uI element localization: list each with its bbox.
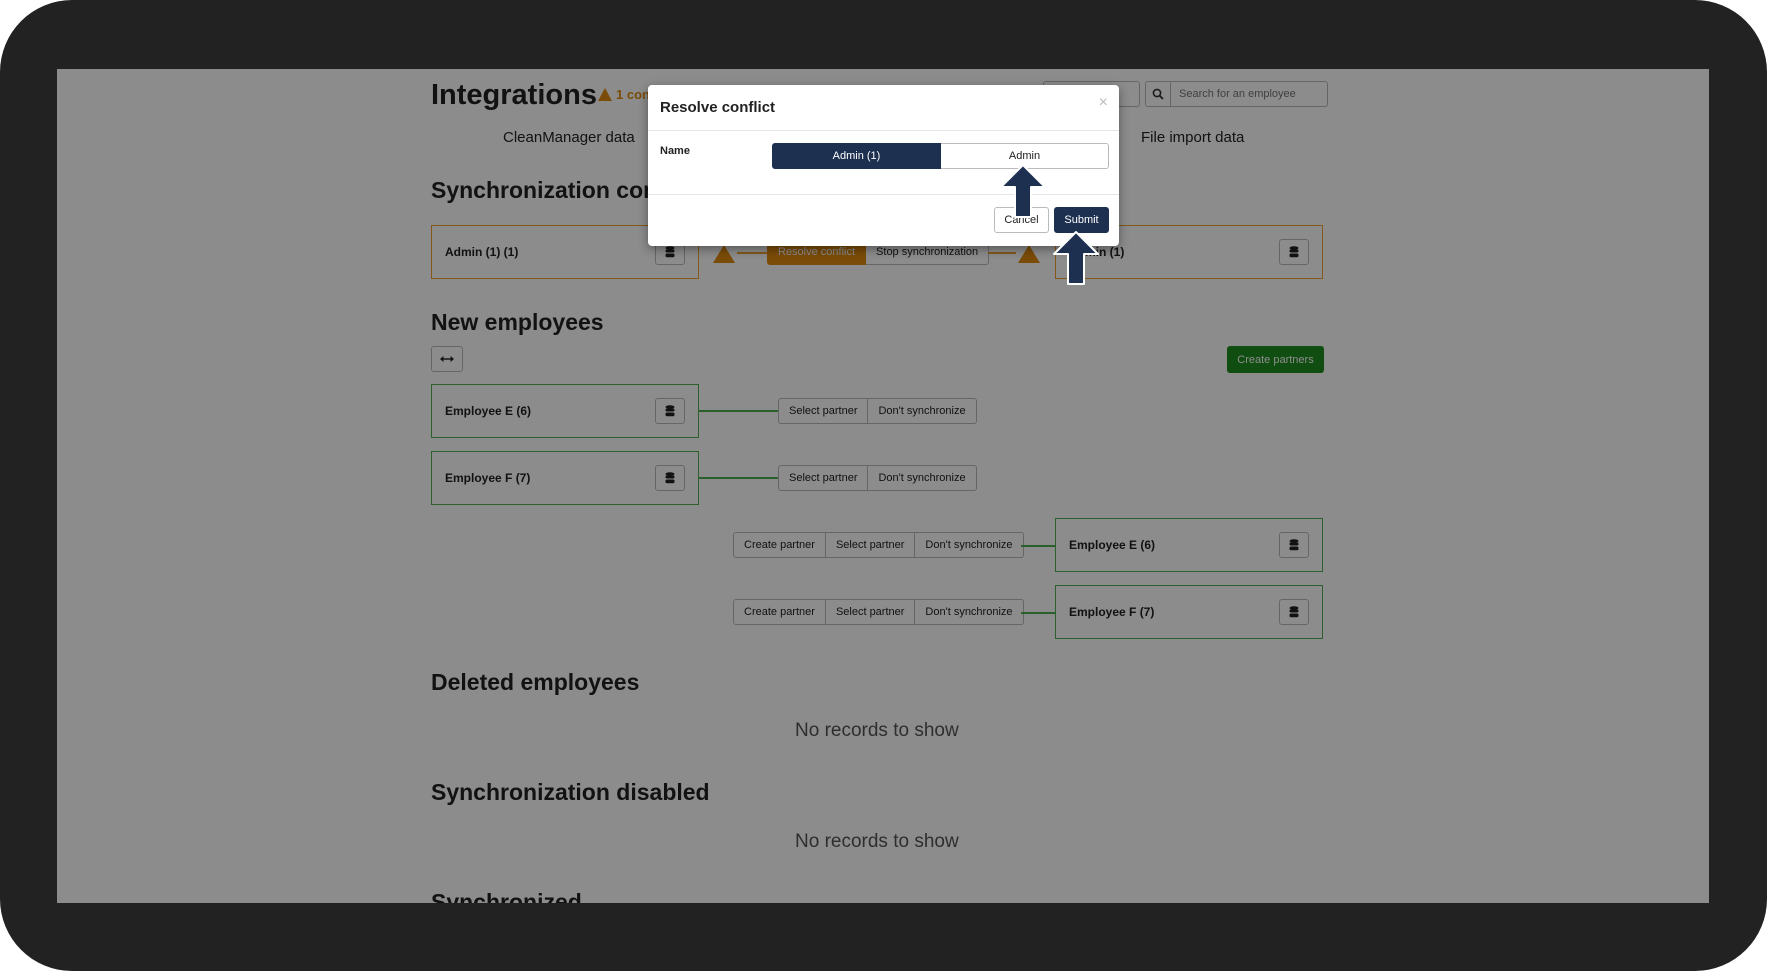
screen-frame: Integrations 1 conflict CleanManager dat…: [0, 0, 1767, 971]
modal-divider: [648, 194, 1119, 195]
close-icon[interactable]: ×: [1099, 94, 1108, 112]
modal-divider: [648, 130, 1119, 131]
pointer-arrow-icon: [1053, 231, 1099, 285]
pointer-arrow-icon: [1000, 164, 1046, 218]
name-field-label: Name: [660, 145, 690, 157]
app-screen: Integrations 1 conflict CleanManager dat…: [57, 69, 1709, 903]
modal-title: Resolve conflict: [660, 99, 776, 116]
resolve-conflict-modal: Resolve conflict × Name Admin (1) Admin …: [648, 85, 1119, 246]
option-admin-1[interactable]: Admin (1): [772, 143, 941, 169]
